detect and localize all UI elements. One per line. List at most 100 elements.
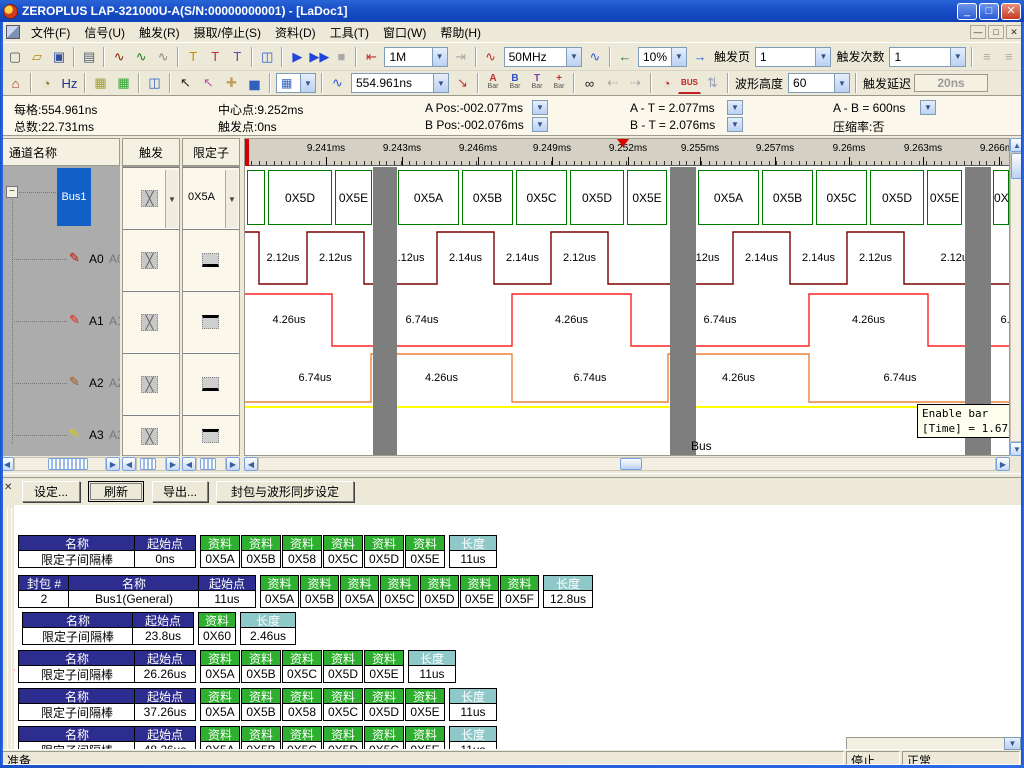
- stop-icon[interactable]: ■: [330, 46, 352, 68]
- ratio-increase-icon[interactable]: →: [689, 46, 711, 68]
- menu-tools[interactable]: 工具(T): [323, 24, 376, 42]
- sample-depth-select[interactable]: 1M▼: [384, 47, 447, 67]
- select-tool-icon[interactable]: ↖: [197, 72, 220, 94]
- scrollbar-thumb[interactable]: [140, 458, 156, 470]
- chevron-down-icon[interactable]: ▼: [300, 74, 315, 92]
- scroll-right-button[interactable]: ▶: [166, 457, 180, 471]
- chevron-down-icon[interactable]: ▼: [566, 48, 581, 66]
- print-icon[interactable]: ▤: [78, 46, 100, 68]
- refresh-button[interactable]: 刷新: [88, 481, 144, 502]
- scroll-right-button[interactable]: ▶: [226, 457, 240, 471]
- bus-value-box[interactable]: 0X5D: [570, 170, 624, 225]
- menu-signal[interactable]: 信号(U): [77, 24, 132, 42]
- menu-capture-stop[interactable]: 摄取/停止(S): [187, 24, 268, 42]
- time-division-icon[interactable]: ∿: [326, 72, 349, 94]
- chevron-down-icon[interactable]: ▼: [834, 74, 849, 92]
- qualifier-cell[interactable]: [183, 229, 239, 291]
- qualifier-cell[interactable]: [183, 353, 239, 415]
- trigger-count-select[interactable]: 1▼: [889, 47, 965, 67]
- bus-value-box[interactable]: 0X5D: [870, 170, 924, 225]
- qualifier-level-icon[interactable]: [202, 377, 219, 391]
- scrollbar-thumb[interactable]: [48, 458, 88, 470]
- hand-tool-icon[interactable]: ✚: [220, 72, 243, 94]
- new-file-icon[interactable]: ▢: [4, 46, 26, 68]
- trigger-cell[interactable]: ╳▼: [123, 167, 179, 229]
- unstack-icon[interactable]: ≡: [998, 46, 1020, 68]
- tree-collapse-button[interactable]: −: [6, 186, 18, 198]
- packet-panel-dropdown[interactable]: ▼: [1004, 737, 1021, 750]
- bus-name-label[interactable]: Bus1: [57, 168, 91, 226]
- export-button[interactable]: 导出...: [152, 481, 208, 502]
- repeat-run-icon[interactable]: ▶▶: [308, 46, 330, 68]
- close-button[interactable]: ✕: [1001, 3, 1021, 20]
- channel-name-label[interactable]: A1: [89, 314, 104, 328]
- sample-depth-next-icon[interactable]: ⇥: [450, 46, 472, 68]
- bus-value-box[interactable]: 0X5A: [398, 170, 459, 225]
- bus-value-box[interactable]: [247, 170, 265, 225]
- trigger-dropdown[interactable]: ▼: [165, 170, 178, 228]
- scroll-left-button[interactable]: ◀: [244, 457, 258, 471]
- qualifier-cell[interactable]: 0X5A▼: [183, 167, 239, 229]
- time-division-select[interactable]: 554.961ns▼: [351, 73, 449, 93]
- trigger-dontcare-icon[interactable]: ╳: [141, 190, 158, 207]
- mdi-minimize-button[interactable]: —: [970, 25, 986, 39]
- display-ratio-select[interactable]: 10%▼: [638, 47, 687, 67]
- save-icon[interactable]: ▣: [48, 46, 70, 68]
- memory-module-icon[interactable]: ◫: [256, 46, 278, 68]
- waveform-view-icon[interactable]: ▦: [89, 72, 112, 94]
- zoom-wave-icon[interactable]: ↘: [451, 72, 474, 94]
- chevron-down-icon[interactable]: ▼: [950, 48, 965, 66]
- listing-view-icon[interactable]: ▦: [112, 72, 135, 94]
- timing-analysis-icon[interactable]: ◔: [655, 72, 678, 94]
- waveform-canvas[interactable]: 9.241ms9.243ms9.246ms9.249ms9.252ms9.255…: [244, 138, 1010, 456]
- menu-file[interactable]: 文件(F): [24, 24, 77, 42]
- bus-value-box[interactable]: 0X5A: [698, 170, 759, 225]
- panel-grip[interactable]: [11, 508, 12, 748]
- swap-icon[interactable]: ⇅: [701, 72, 724, 94]
- bus-value-box[interactable]: 0X5E: [335, 170, 372, 225]
- bus-value-box[interactable]: 0X5E: [927, 170, 962, 225]
- scroll-left-button[interactable]: ◀: [122, 457, 136, 471]
- bus-value-box[interactable]: 0X5C: [816, 170, 867, 225]
- frequency-icon[interactable]: Hz: [58, 72, 81, 94]
- display-mode-select[interactable]: ▦▼: [276, 73, 316, 93]
- menu-data[interactable]: 资料(D): [268, 24, 323, 42]
- maximize-button[interactable]: □: [979, 3, 999, 20]
- settings-button[interactable]: 设定...: [22, 481, 80, 502]
- trigger-cell[interactable]: ╳: [123, 415, 179, 456]
- b-pos-dropdown[interactable]: ▼: [532, 117, 548, 132]
- search-icon[interactable]: ∞: [578, 72, 601, 94]
- trigger-mark-icon[interactable]: T: [182, 46, 204, 68]
- chevron-down-icon[interactable]: ▼: [815, 48, 830, 66]
- waveform-mode-icon[interactable]: ∿: [584, 46, 606, 68]
- scroll-right-button[interactable]: ▶: [996, 457, 1010, 471]
- prev-bar-icon[interactable]: ⇠: [601, 72, 624, 94]
- trigger-time-icon[interactable]: T: [204, 46, 226, 68]
- stack-icon[interactable]: ≡: [976, 46, 998, 68]
- run-icon[interactable]: ▶: [286, 46, 308, 68]
- trigger-dontcare-icon[interactable]: ╳: [141, 428, 158, 445]
- signal-setup-icon[interactable]: ∿: [152, 46, 174, 68]
- scrollbar-thumb[interactable]: [620, 458, 642, 470]
- bus-value-box[interactable]: 0X5A: [993, 170, 1009, 225]
- navigator-icon[interactable]: ◫: [143, 72, 166, 94]
- channel-name-label[interactable]: A2: [89, 376, 104, 390]
- trigger-dontcare-icon[interactable]: ╳: [141, 314, 158, 331]
- menu-help[interactable]: 帮助(H): [433, 24, 488, 42]
- mdi-close-button[interactable]: ✕: [1006, 25, 1022, 39]
- a-pos-dropdown[interactable]: ▼: [532, 100, 548, 115]
- t-bar-icon[interactable]: TBar: [526, 72, 548, 94]
- sample-rate-select[interactable]: 50MHz▼: [504, 47, 582, 67]
- qualifier-level-icon[interactable]: [202, 253, 219, 267]
- a-t-dropdown[interactable]: ▼: [727, 100, 743, 115]
- bus-value-box[interactable]: 0X5B: [462, 170, 513, 225]
- scroll-right-button[interactable]: ▶: [106, 457, 120, 471]
- sync-button[interactable]: 封包与波形同步设定: [216, 481, 354, 502]
- qualifier-cell[interactable]: [183, 291, 239, 353]
- scrollbar-thumb[interactable]: [200, 458, 216, 470]
- qualifier-level-icon[interactable]: [202, 315, 219, 329]
- qualifier-dropdown[interactable]: ▼: [225, 170, 238, 228]
- ratio-decrease-icon[interactable]: ←: [614, 46, 636, 68]
- menu-trigger[interactable]: 触发(R): [132, 24, 187, 42]
- trigger-page-select[interactable]: 1▼: [755, 47, 831, 67]
